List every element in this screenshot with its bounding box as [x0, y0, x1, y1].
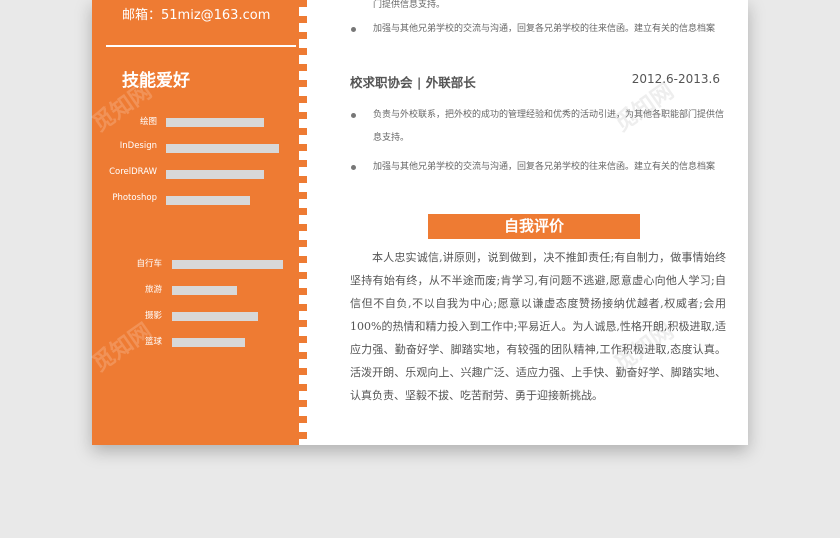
skill-label: 绘图 — [139, 117, 157, 127]
list-item: 加强与其他兄弟学校的交流与沟通，回复各兄弟学校的往来信函。建立有关的信息档案 — [350, 18, 726, 41]
sidebar-divider — [106, 45, 296, 47]
bullet-dot-icon — [351, 113, 356, 118]
skill-level-bar — [166, 144, 279, 153]
job-date: 2012.6-2013.6 — [631, 72, 720, 86]
skill-level-bar — [166, 196, 250, 205]
self-evaluation-text: 本人忠实诚信,讲原则，说到做到，决不推卸责任;有自制力，做事情始终坚持有始有终，… — [350, 251, 726, 402]
skill-label: 自行车 — [136, 259, 162, 269]
zigzag-edge — [299, 0, 307, 445]
sidebar: 邮箱：51miz@163.com 技能爱好 绘图 InDesign CorelDRA… — [88, 0, 299, 445]
skill-label: InDesign — [119, 141, 157, 151]
job-entry: 校求职协会 | 外联部长 2012.6-2013.6 — [350, 72, 726, 92]
skill-level-bar — [172, 312, 258, 321]
job-title: 校求职协会 | 外联部长 — [350, 75, 476, 90]
skill-label: Photoshop — [112, 193, 157, 203]
skill-level-bar — [172, 338, 245, 347]
bullet-text: 门提供信息支持。 — [373, 0, 446, 10]
self-evaluation-heading: 自我评价 — [428, 214, 640, 239]
email-line: 邮箱：51miz@163.com — [122, 8, 271, 23]
skills-heading: 技能爱好 — [122, 71, 190, 91]
skill-label: 摄影 — [144, 311, 162, 321]
skill-level-bar — [172, 260, 283, 269]
list-item: 门提供信息支持。 — [350, 0, 726, 17]
bullet-text: 加强与其他兄弟学校的交流与沟通，回复各兄弟学校的往来信函。建立有关的信息档案 — [373, 24, 716, 34]
bullet-text: 加强与其他兄弟学校的交流与沟通，回复各兄弟学校的往来信函。建立有关的信息档案 — [373, 162, 716, 172]
list-item: 加强与其他兄弟学校的交流与沟通，回复各兄弟学校的往来信函。建立有关的信息档案 — [350, 156, 726, 179]
main-content: 门提供信息支持。 加强与其他兄弟学校的交流与沟通，回复各兄弟学校的往来信函。建立… — [350, 0, 730, 445]
resume-page: 邮箱：51miz@163.com 技能爱好 绘图 InDesign CorelDRA… — [88, 0, 748, 445]
skill-label: CorelDRAW — [109, 167, 157, 177]
skill-level-bar — [166, 170, 264, 179]
skill-level-bar — [172, 286, 237, 295]
bullet-dot-icon — [351, 27, 356, 32]
list-item: 负责与外校联系，把外校的成功的管理经验和优秀的活动引进，为其他各职能部门提供信息… — [350, 104, 726, 150]
bullet-dot-icon — [351, 165, 356, 170]
bullet-text: 负责与外校联系，把外校的成功的管理经验和优秀的活动引进，为其他各职能部门提供信息… — [373, 110, 725, 143]
skill-label: 旅游 — [144, 285, 162, 295]
skill-level-bar — [166, 118, 264, 127]
skill-label: 篮球 — [144, 337, 162, 347]
